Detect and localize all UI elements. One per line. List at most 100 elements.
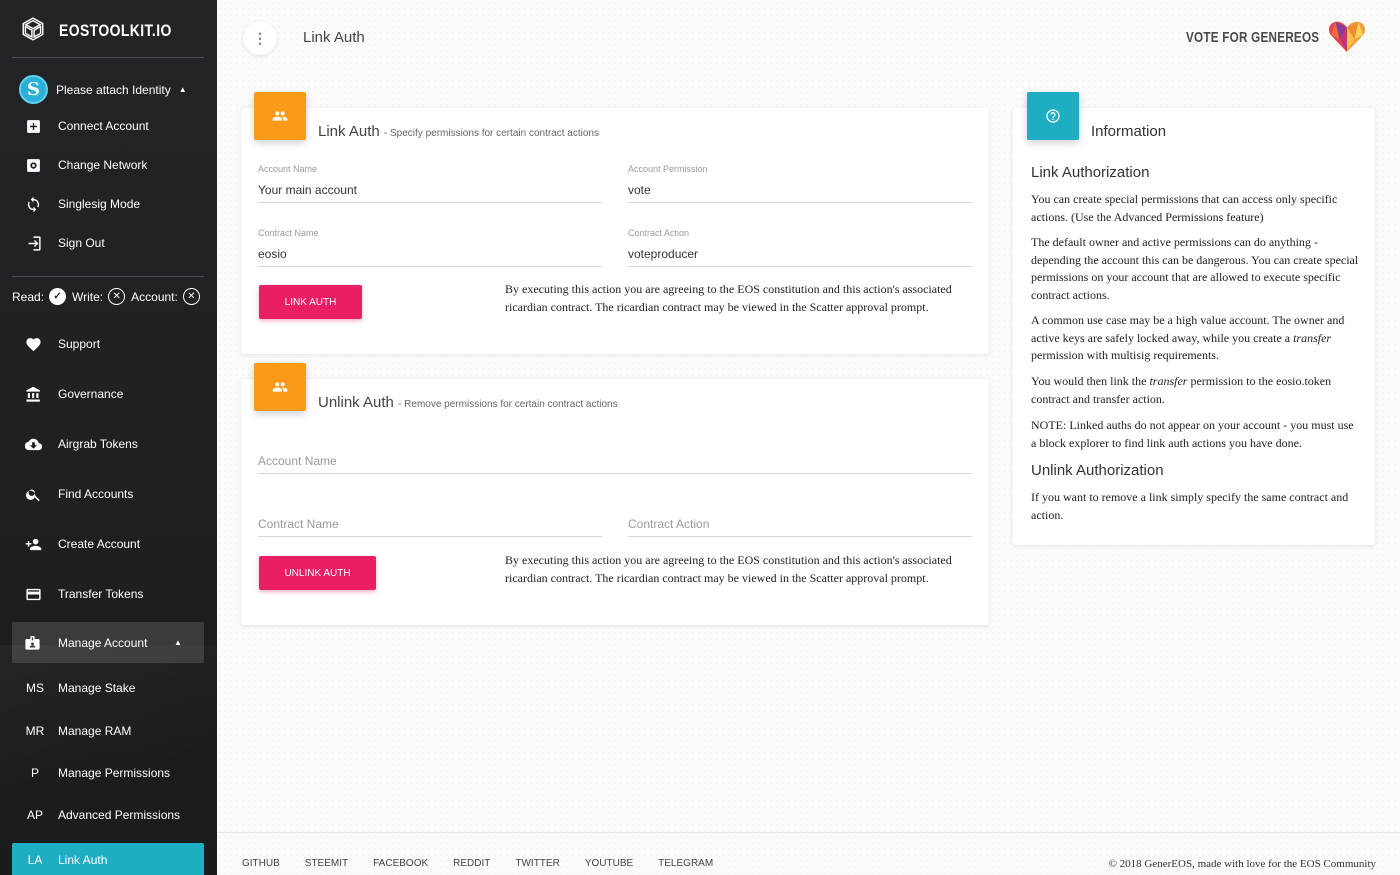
- brand[interactable]: EOSTOOLKIT.IO: [20, 16, 196, 47]
- footer-link-telegram[interactable]: TELEGRAM: [658, 858, 713, 869]
- info-paragraph: You can create special permissions that …: [1031, 192, 1338, 224]
- copyright: © 2018 GenerEOS, made with love for the …: [1108, 858, 1376, 870]
- plus-box-icon: [24, 117, 42, 135]
- sidebar-item-airgrab-tokens[interactable]: Airgrab Tokens: [24, 435, 138, 453]
- sidebar-item-label: Manage Stake: [58, 681, 136, 695]
- contract-action-field[interactable]: Contract Action voteproducer: [628, 227, 972, 267]
- identity-label: Please attach Identity: [56, 82, 171, 97]
- vote-for-genereos-link[interactable]: VOTE FOR GENEREOS: [1186, 29, 1319, 46]
- sidebar-item-label: Find Accounts: [58, 487, 134, 501]
- bank-icon: [24, 385, 42, 403]
- sidebar-item-change-network[interactable]: Change Network: [24, 156, 147, 174]
- sidebar-item-support[interactable]: Support: [24, 335, 100, 353]
- sync-icon: [24, 195, 42, 213]
- sidebar-item-abbr: LA: [27, 853, 43, 867]
- unlink-auth-button[interactable]: Unlink Auth: [259, 556, 376, 590]
- credit-card-icon: [24, 585, 42, 603]
- footer-link-facebook[interactable]: FACEBOOK: [373, 858, 428, 869]
- sidebar-item-abbr: AP: [26, 808, 43, 822]
- sign-out-icon: [24, 234, 42, 252]
- info-paragraph: The default owner and active permissions…: [1031, 235, 1359, 302]
- footer-link-steemit[interactable]: STEEMIT: [305, 858, 348, 869]
- field-placeholder: Contract Name: [258, 517, 339, 531]
- sidebar-item-label: Manage RAM: [58, 724, 132, 738]
- heart-icon: [24, 335, 42, 353]
- sidebar-item-label: Create Account: [58, 537, 141, 551]
- scatter-avatar: S: [19, 75, 48, 104]
- sidebar-item-label: Manage Permissions: [58, 766, 171, 780]
- footer-link-twitter[interactable]: TWITTER: [515, 858, 559, 869]
- unlink-auth-disclaimer: By executing this action you are agreein…: [505, 553, 952, 585]
- link-auth-disclaimer: By executing this action you are agreein…: [505, 282, 952, 314]
- info-emphasis: transfer: [1149, 374, 1188, 388]
- sidebar-item-singlesig-mode[interactable]: Singlesig Mode: [24, 195, 140, 213]
- account-label: Account:: [131, 289, 178, 304]
- info-paragraph: If you want to remove a link simply spec…: [1031, 490, 1349, 522]
- close-circle-icon: ✕: [108, 288, 126, 305]
- sidebar-item-label: Connect Account: [58, 119, 149, 133]
- cloud-download-icon: [24, 435, 42, 453]
- card-subtitle: - Remove permissions for certain contrac…: [398, 399, 618, 410]
- unlink-contract-action-field[interactable]: Contract Action: [628, 503, 972, 537]
- card-subtitle: - Specify permissions for certain contra…: [383, 128, 599, 139]
- search-icon: [24, 485, 42, 503]
- sidebar-item-transfer-tokens[interactable]: Transfer Tokens: [24, 585, 143, 603]
- sidebar-item-label: Airgrab Tokens: [58, 437, 138, 451]
- unlink-account-name-field[interactable]: Account Name: [258, 440, 972, 474]
- footer-links: GITHUB STEEMIT FACEBOOK REDDIT TWITTER Y…: [242, 858, 738, 869]
- info-paragraph: NOTE: Linked auths do not appear on your…: [1031, 418, 1354, 450]
- field-label: Contract Name: [258, 228, 319, 238]
- link-auth-button[interactable]: Link Auth: [259, 285, 362, 319]
- contract-name-field[interactable]: Contract Name eosio: [258, 227, 602, 267]
- settings-box-icon: [24, 156, 42, 174]
- sidebar-item-manage-permissions[interactable]: P Manage Permissions: [24, 766, 170, 780]
- sidebar-item-governance[interactable]: Governance: [24, 385, 123, 403]
- footer-link-youtube[interactable]: YOUTUBE: [585, 858, 633, 869]
- footer-link-reddit[interactable]: REDDIT: [453, 858, 490, 869]
- identity-toggle[interactable]: S Please attach Identity ▲: [19, 75, 187, 104]
- sidebar-item-abbr: MR: [25, 724, 45, 738]
- account-permission-field[interactable]: Account Permission vote: [628, 163, 972, 203]
- sidebar-item-manage-account[interactable]: Manage Account ▲: [12, 622, 204, 663]
- sidebar-item-abbr: P: [30, 766, 39, 780]
- cube-logo-icon: [20, 16, 46, 47]
- sidebar-divider: [12, 57, 204, 58]
- unlink-auth-card-title: Unlink Auth - Remove permissions for cer…: [318, 394, 618, 411]
- caret-up-icon: ▲: [178, 85, 187, 94]
- account-name-field[interactable]: Account Name Your main account: [258, 163, 602, 203]
- field-value: Your main account: [258, 183, 357, 197]
- sidebar-item-connect-account[interactable]: Connect Account: [24, 117, 149, 135]
- sidebar-item-label: Change Network: [58, 158, 148, 172]
- check-icon: ✓: [49, 288, 67, 305]
- sidebar-item-manage-stake[interactable]: MS Manage Stake: [24, 681, 135, 695]
- footer-divider: [217, 832, 1400, 833]
- more-vert-icon[interactable]: ⋮: [243, 21, 277, 55]
- sidebar-item-sign-out[interactable]: Sign Out: [24, 234, 105, 252]
- information-card-title: Information: [1091, 123, 1167, 140]
- person-add-icon: [24, 535, 42, 553]
- unlink-contract-name-field[interactable]: Contract Name: [258, 503, 602, 537]
- link-authorization-heading: Link Authorization: [1031, 164, 1150, 181]
- people-icon: [254, 92, 306, 140]
- field-placeholder: Contract Action: [628, 517, 710, 531]
- sidebar-item-find-accounts[interactable]: Find Accounts: [24, 485, 133, 503]
- unlink-authorization-heading: Unlink Authorization: [1031, 462, 1164, 479]
- sidebar-item-label: Link Auth: [58, 853, 108, 867]
- sidebar-item-label: Transfer Tokens: [58, 587, 144, 601]
- badge-icon: [24, 634, 41, 656]
- info-emphasis: transfer: [1293, 330, 1332, 345]
- sidebar: EOSTOOLKIT.IO S Please attach Identity ▲…: [0, 0, 217, 875]
- sidebar-item-link-auth[interactable]: LA Link Auth: [12, 843, 204, 875]
- help-circle-icon: [1027, 92, 1079, 140]
- info-paragraph: You would then link the transfer permiss…: [1031, 373, 1361, 408]
- field-label: Account Permission: [628, 164, 708, 174]
- write-label: Write:: [72, 289, 104, 304]
- sidebar-item-create-account[interactable]: Create Account: [24, 535, 140, 553]
- footer-link-github[interactable]: GITHUB: [242, 858, 280, 869]
- genereos-heart-logo-icon[interactable]: [1328, 20, 1366, 54]
- sidebar-item-manage-ram[interactable]: MR Manage RAM: [24, 724, 132, 738]
- sidebar-item-advanced-permissions[interactable]: AP Advanced Permissions: [24, 808, 180, 822]
- info-paragraph: A common use case may be a high value ac…: [1031, 312, 1361, 365]
- info-text: You would then link the: [1031, 374, 1150, 388]
- sidebar-item-label: Support: [58, 337, 101, 351]
